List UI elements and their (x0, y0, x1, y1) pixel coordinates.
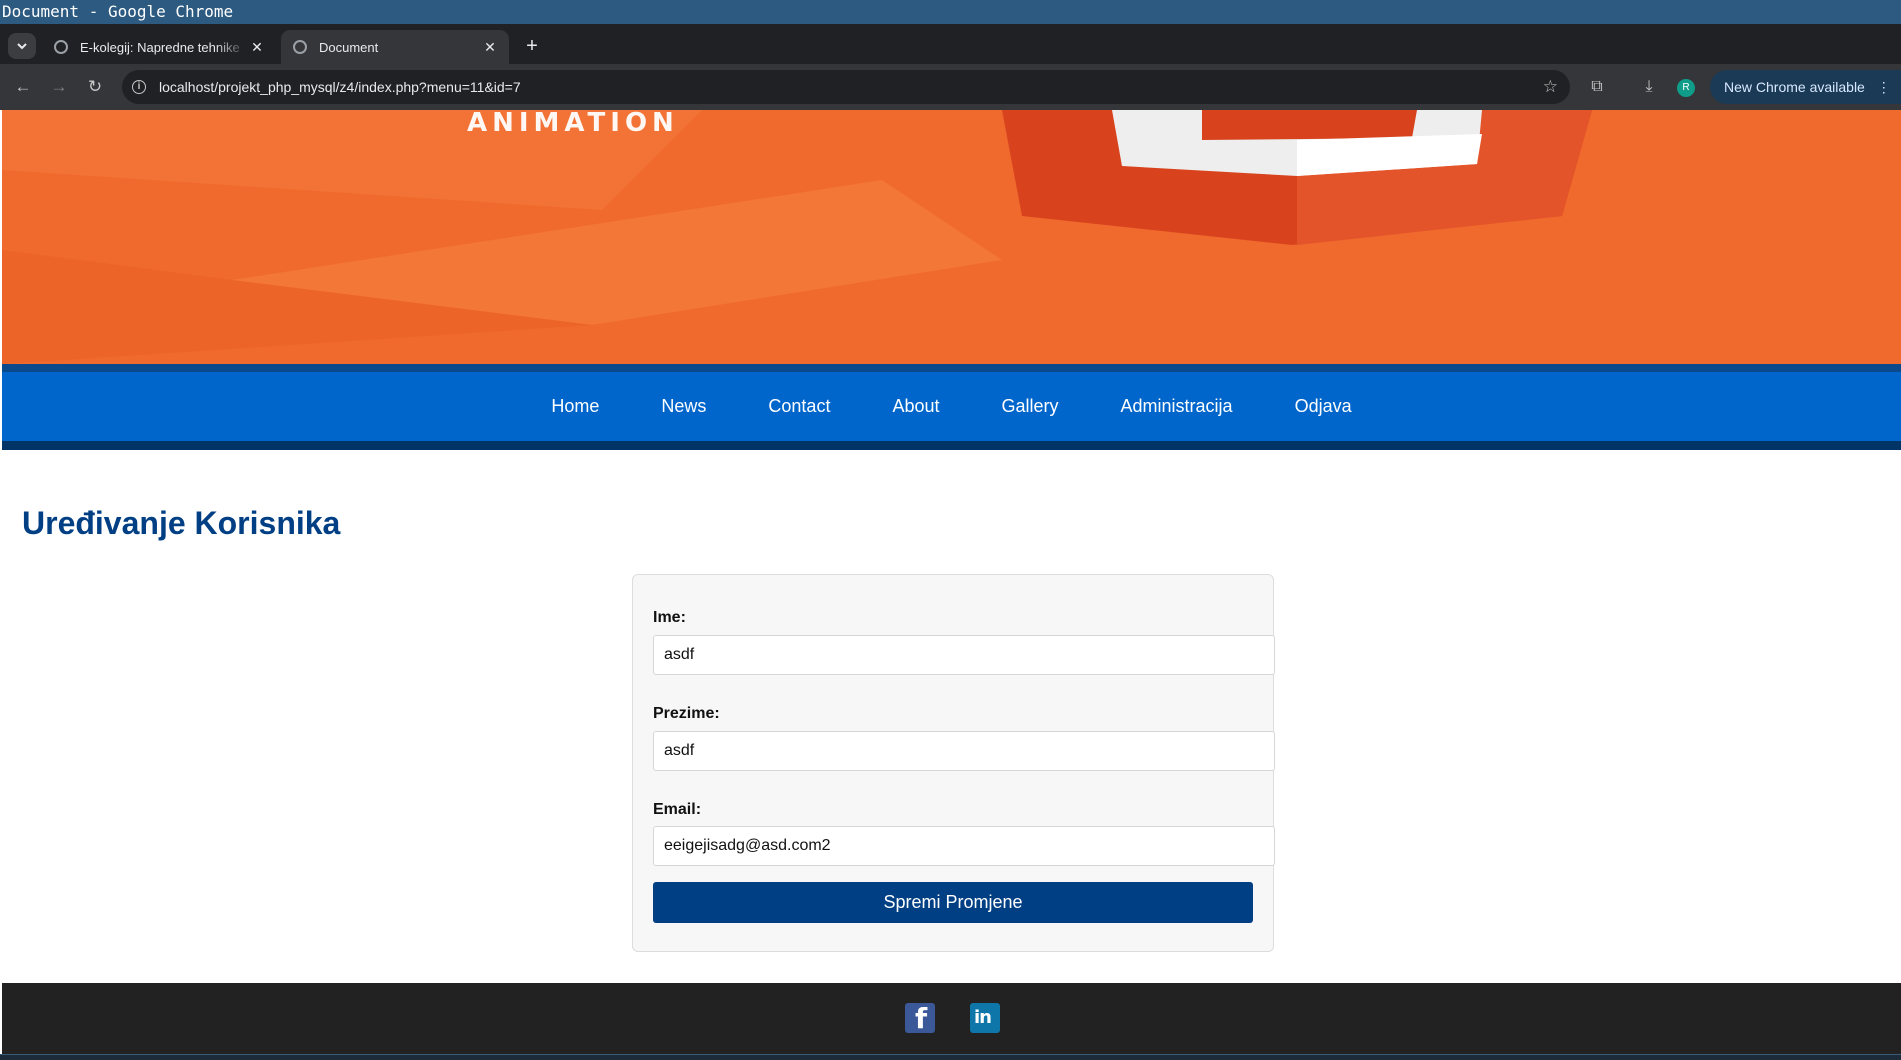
avatar[interactable]: R (1677, 79, 1695, 97)
ime-field[interactable] (653, 635, 1275, 675)
banner-text: ANIMATION (467, 110, 679, 138)
update-label: New Chrome available (1724, 79, 1865, 95)
page-title: Uređivanje Korisnika (22, 505, 341, 541)
tab-document[interactable]: Document ✕ (281, 30, 509, 64)
main-navigation: Home News Contact About Gallery Administ… (2, 364, 1901, 450)
tab-label: E-kolegij: Napredne tehnike (80, 39, 240, 55)
taskbar (0, 1054, 1901, 1060)
tab-e-kolegij[interactable]: E-kolegij: Napredne tehnike ✕ (42, 30, 276, 64)
close-icon[interactable]: ✕ (248, 38, 266, 56)
email-label: Email: (653, 801, 702, 818)
browser-toolbar: ← → ↻ i localhost/projekt_php_mysql/z4/i… (0, 64, 1901, 110)
address-bar[interactable]: i localhost/projekt_php_mysql/z4/index.p… (122, 70, 1570, 104)
nav-about[interactable]: About (892, 396, 939, 417)
ime-label: Ime: (653, 609, 686, 626)
tab-search-button[interactable] (8, 33, 36, 59)
email-field[interactable] (653, 826, 1275, 866)
extensions-icon[interactable]: ⧉ (1584, 74, 1610, 100)
update-chrome-button[interactable]: New Chrome available ⋮ (1710, 70, 1901, 104)
window-title: Document - Google Chrome (0, 0, 1901, 24)
globe-icon (293, 40, 307, 54)
tab-strip: E-kolegij: Napredne tehnike ✕ Document ✕… (0, 24, 1901, 64)
nav-contact[interactable]: Contact (768, 396, 830, 417)
header-banner: ANIMATION (2, 110, 1901, 364)
footer: f in (2, 983, 1901, 1054)
prezime-label: Prezime: (653, 705, 720, 722)
facebook-icon[interactable]: f (905, 1002, 935, 1035)
prezime-field[interactable] (653, 731, 1275, 771)
web-page: ANIMATION Home News Contact About Galler… (0, 110, 1901, 1054)
tab-label: Document (319, 39, 379, 55)
globe-icon (54, 40, 68, 54)
menu-dots-icon[interactable]: ⋮ (1877, 79, 1891, 95)
linkedin-icon[interactable]: in (970, 1003, 1000, 1033)
nav-gallery[interactable]: Gallery (1002, 396, 1059, 417)
close-icon[interactable]: ✕ (481, 38, 499, 56)
nav-home[interactable]: Home (551, 396, 599, 417)
nav-odjava[interactable]: Odjava (1295, 396, 1352, 417)
reload-icon[interactable]: ↻ (82, 74, 108, 100)
banner-graphic (2, 110, 1901, 364)
nav-administracija[interactable]: Administracija (1121, 396, 1233, 417)
nav-news[interactable]: News (661, 396, 706, 417)
nav-menu: Home News Contact About Gallery Administ… (2, 372, 1901, 441)
download-icon[interactable]: ⤓ (1636, 74, 1662, 100)
forward-icon[interactable]: → (46, 74, 72, 100)
site-info-icon[interactable]: i (132, 80, 146, 94)
edit-user-form: Ime: Prezime: Email: Spremi Promjene (632, 574, 1275, 952)
save-changes-button[interactable]: Spremi Promjene (653, 882, 1253, 923)
url-text[interactable]: localhost/projekt_php_mysql/z4/index.php… (159, 70, 521, 104)
new-tab-button[interactable]: + (521, 33, 543, 59)
bookmark-star-icon[interactable]: ☆ (1543, 70, 1558, 104)
chevron-down-icon (17, 43, 27, 50)
back-icon[interactable]: ← (10, 74, 36, 100)
